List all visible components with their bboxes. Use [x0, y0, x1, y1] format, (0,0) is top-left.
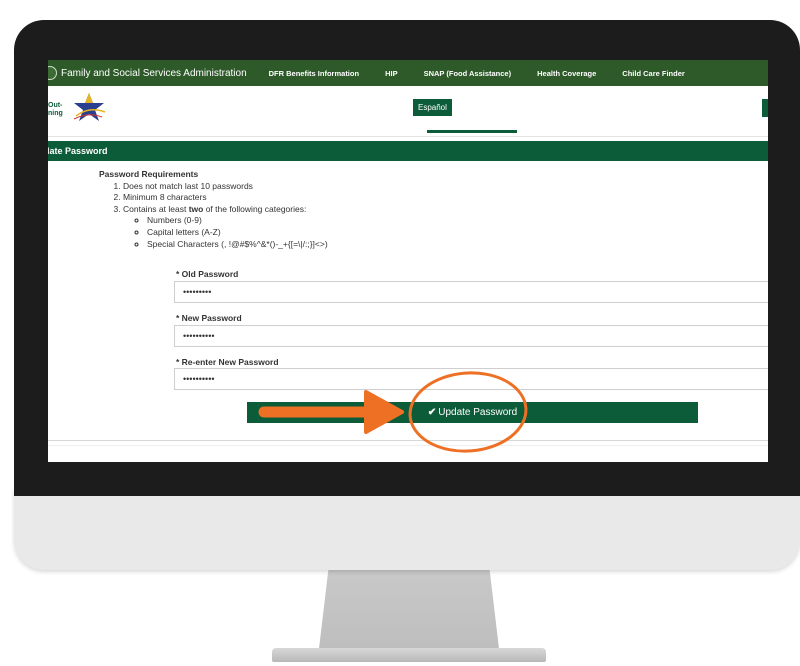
header-right-button-edge[interactable] — [762, 99, 768, 117]
site-header: Out- ning Español — [48, 86, 768, 137]
password-requirements: Password Requirements Does not match las… — [99, 169, 328, 250]
update-password-label: Update Password — [438, 407, 518, 418]
nav-site-title[interactable]: Family and Social Services Administratio… — [61, 68, 247, 79]
monitor-stand — [318, 565, 500, 657]
section-header-bar: date Password — [48, 141, 768, 161]
browser-screen: Family and Social Services Administratio… — [48, 60, 768, 462]
old-password-label: * Old Password — [176, 269, 239, 279]
update-password-button[interactable]: ✔ Update Password — [247, 402, 698, 423]
monitor-stand-base — [272, 648, 546, 662]
check-icon: ✔ — [427, 407, 437, 418]
top-navigation: Family and Social Services Administratio… — [48, 60, 768, 86]
nav-link-hip[interactable]: HIP — [385, 69, 398, 78]
requirement-item: Minimum 8 characters — [123, 192, 328, 204]
requirement-text: Contains at least — [123, 203, 189, 214]
old-password-field[interactable] — [174, 281, 768, 303]
footer-divider — [48, 445, 768, 446]
active-tab-underline — [427, 130, 517, 133]
logo-text-line2: ning — [48, 110, 63, 117]
nav-link-snap[interactable]: SNAP (Food Assistance) — [424, 69, 512, 78]
requirement-emphasis: two — [188, 203, 204, 214]
footer-divider — [48, 440, 768, 441]
category-item: Numbers (0-9) — [147, 215, 328, 227]
new-password-field[interactable] — [174, 325, 768, 347]
logo-text[interactable]: Out- ning — [48, 102, 63, 118]
nav-link-dfr-benefits[interactable]: DFR Benefits Information — [269, 69, 359, 78]
requirement-item: Does not match last 10 passwords — [123, 181, 328, 193]
reenter-password-label: * Re-enter New Password — [176, 357, 279, 367]
requirement-item: Contains at least two of the following c… — [123, 204, 328, 250]
nav-link-child-care-finder[interactable]: Child Care Finder — [622, 69, 685, 78]
state-seal-icon — [48, 66, 57, 80]
requirement-text: of the following categories: — [203, 203, 307, 214]
star-logo-icon[interactable] — [72, 92, 106, 122]
category-item: Capital letters (A-Z) — [147, 227, 328, 239]
category-item: Special Characters (, !@#$%^&*()-_+{[=\|… — [147, 239, 328, 251]
requirement-categories: Numbers (0-9) Capital letters (A-Z) Spec… — [123, 215, 328, 250]
new-password-label: * New Password — [176, 313, 242, 323]
espanol-button[interactable]: Español — [413, 99, 452, 116]
logo-text-line1: Out- — [48, 102, 63, 109]
monitor-chin — [14, 488, 800, 570]
section-title: date Password — [48, 146, 108, 156]
requirements-title: Password Requirements — [99, 169, 199, 179]
requirements-list: Does not match last 10 passwords Minimum… — [99, 181, 328, 251]
reenter-password-field[interactable] — [174, 368, 768, 390]
nav-link-health-coverage[interactable]: Health Coverage — [537, 69, 596, 78]
